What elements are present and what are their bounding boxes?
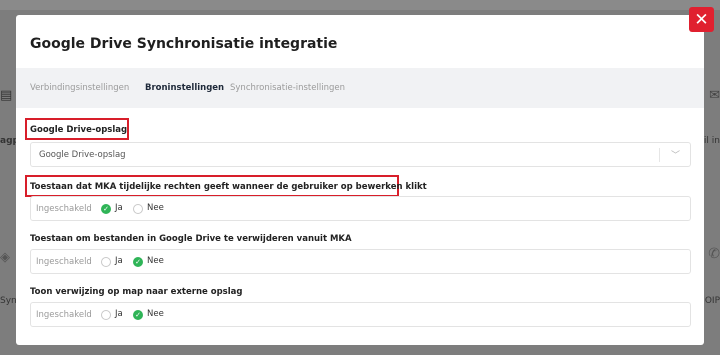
status-text: Ingeschakeld — [36, 310, 92, 320]
radio-no-label[interactable]: Nee — [147, 256, 164, 266]
background-label: Syn — [0, 296, 17, 306]
radio-no-label[interactable]: Nee — [147, 309, 164, 319]
background-label: il in — [703, 136, 720, 146]
storage-select-value: Google Drive-opslag — [39, 150, 126, 160]
radio-no-checked[interactable]: ✓ — [133, 310, 143, 320]
radio-yes-checked[interactable]: ✓ — [101, 204, 111, 214]
phone-icon: ✆ — [708, 246, 720, 262]
radio-yes[interactable] — [101, 310, 111, 320]
setting-label: Toestaan dat MKA tijdelijke rechten geef… — [30, 182, 427, 192]
setting-label: Toestaan om bestanden in Google Drive te… — [30, 234, 352, 244]
setting-option-row: Ingeschakeld Ja ✓ Nee — [30, 302, 691, 327]
status-text: Ingeschakeld — [36, 257, 92, 267]
modal-title: Google Drive Synchronisatie integratie — [30, 36, 338, 52]
integration-modal: Google Drive Synchronisatie integratie V… — [16, 15, 704, 345]
setting-option-row: Ingeschakeld ✓ Ja Nee — [30, 196, 691, 221]
radio-no-checked[interactable]: ✓ — [133, 257, 143, 267]
chat-icon: ▤ — [0, 88, 13, 103]
setting-option-row: Ingeschakeld Ja ✓ Nee — [30, 249, 691, 274]
radio-yes-label[interactable]: Ja — [115, 309, 123, 319]
status-text: Ingeschakeld — [36, 204, 92, 214]
select-divider — [659, 148, 660, 162]
setting-label: Toon verwijzing op map naar externe opsl… — [30, 287, 243, 297]
radio-no[interactable] — [133, 204, 143, 214]
tabs-bar: Verbindingsinstellingen Broninstellingen… — [16, 68, 704, 108]
close-icon[interactable]: ✕ — [689, 7, 714, 32]
tab-sync-settings[interactable]: Synchronisatie-instellingen — [230, 83, 345, 93]
radio-yes-label[interactable]: Ja — [115, 256, 123, 266]
storage-select[interactable]: Google Drive-opslag ﹀ — [30, 142, 691, 167]
background-label: OIP — [704, 296, 720, 306]
radio-yes-label[interactable]: Ja — [115, 203, 123, 213]
tab-source-settings[interactable]: Broninstellingen — [145, 83, 224, 93]
chevron-down-icon[interactable]: ﹀ — [671, 148, 680, 161]
background-header — [0, 0, 720, 10]
mail-icon: ✉ — [709, 88, 720, 103]
tab-connection-settings[interactable]: Verbindingsinstellingen — [30, 83, 129, 93]
radio-no-label[interactable]: Nee — [147, 203, 164, 213]
storage-label: Google Drive-opslag — [30, 125, 128, 135]
radio-yes[interactable] — [101, 257, 111, 267]
dropbox-icon: ◈ — [0, 250, 10, 265]
